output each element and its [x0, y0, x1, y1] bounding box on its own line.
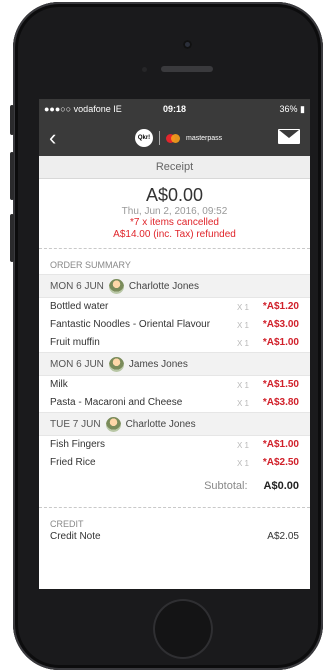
avatar: [108, 278, 124, 294]
order-date: TUE 7 JUN: [50, 418, 101, 430]
qkr-logo-icon: Qkr!: [135, 129, 153, 147]
credit-heading: CREDIT: [50, 519, 84, 529]
order-item-row: Fruit muffin X 1 *A$1.00: [39, 334, 310, 352]
volume-up-button: [10, 152, 14, 200]
status-bar: ●●●○○ vodafone IE 09:18 36% ▮: [39, 99, 310, 119]
item-price: *A$1.00: [262, 337, 299, 348]
order-summary-heading: ORDER SUMMARY: [50, 260, 131, 270]
item-quantity: X 1: [236, 381, 249, 390]
item-quantity: X 1: [236, 441, 249, 450]
app-screen: ●●●○○ vodafone IE 09:18 36% ▮ ‹ Qkr! mas…: [39, 99, 310, 589]
subtotal-row: Subtotal: A$0.00: [39, 472, 310, 500]
order-item-row: Fantastic Noodles - Oriental Flavour X 1…: [39, 316, 310, 334]
student-name: Charlotte Jones: [125, 418, 196, 430]
masterpass-label: masterpass: [186, 134, 223, 142]
item-name: Fantastic Noodles - Oriental Flavour: [50, 319, 211, 330]
item-price: *A$1.50: [262, 379, 299, 390]
navigation-bar: ‹ Qkr! masterpass: [39, 119, 310, 156]
item-quantity: X 1: [236, 303, 249, 312]
time-label: 09:18: [162, 104, 187, 114]
item-name: Fried Rice: [50, 457, 96, 468]
item-name: Bottled water: [50, 301, 109, 312]
brand-logo: Qkr! masterpass: [135, 129, 222, 147]
subtotal-value: A$0.00: [263, 480, 299, 492]
order-day-header: MON 6 JUN Charlotte Jones: [39, 274, 310, 298]
earpiece-speaker: [161, 66, 213, 72]
item-quantity: X 1: [236, 339, 249, 348]
item-quantity: X 1: [236, 321, 249, 330]
order-item-row: Milk X 1 *A$1.50: [39, 376, 310, 394]
item-price: *A$3.80: [262, 397, 299, 408]
cancelled-note: *7 x items cancelled: [130, 217, 219, 228]
home-button[interactable]: [153, 599, 213, 659]
student-name: James Jones: [128, 358, 188, 370]
order-day-header: MON 6 JUN James Jones: [39, 352, 310, 376]
item-price: *A$1.00: [262, 439, 299, 450]
battery-icon: ▮: [300, 103, 305, 114]
back-button[interactable]: ‹: [49, 125, 56, 151]
receipt-total: A$0.00: [145, 185, 204, 205]
credit-row: Credit Note A$2.05: [39, 531, 310, 542]
avatar: [108, 356, 124, 372]
credit-value: A$2.05: [267, 531, 299, 542]
receipt-date: Thu, Jun 2, 2016, 09:52: [121, 206, 228, 217]
mail-icon[interactable]: [278, 129, 300, 144]
order-item-row: Pasta - Macaroni and Cheese X 1 *A$3.80: [39, 394, 310, 412]
item-price: *A$3.00: [262, 319, 299, 330]
order-date: MON 6 JUN: [50, 358, 104, 370]
front-camera: [183, 40, 192, 49]
battery-indicator: 36% ▮: [186, 104, 305, 115]
sensor: [142, 67, 147, 72]
order-item-row: Bottled water X 1 *A$1.20: [39, 298, 310, 316]
item-name: Fish Fingers: [50, 439, 106, 450]
student-name: Charlotte Jones: [128, 280, 199, 292]
battery-percent: 36%: [279, 103, 298, 114]
refund-note: A$14.00 (inc. Tax) refunded: [113, 229, 236, 240]
mastercard-icon: [166, 133, 180, 143]
item-name: Fruit muffin: [50, 337, 100, 348]
item-name: Milk: [50, 379, 68, 390]
order-item-row: Fish Fingers X 1 *A$1.00: [39, 436, 310, 454]
carrier-label: ●●●○○ vodafone IE: [44, 104, 122, 114]
item-price: *A$2.50: [262, 457, 299, 468]
item-price: *A$1.20: [262, 301, 299, 312]
volume-down-button: [10, 214, 14, 262]
avatar: [105, 416, 121, 432]
receipt-summary: A$0.00 Thu, Jun 2, 2016, 09:52 *7 x item…: [39, 179, 310, 241]
item-quantity: X 1: [236, 459, 249, 468]
page-title: Receipt: [39, 156, 310, 179]
item-name: Pasta - Macaroni and Cheese: [50, 397, 183, 408]
item-quantity: X 1: [236, 399, 249, 408]
side-button: [10, 105, 14, 135]
order-date: MON 6 JUN: [50, 280, 104, 292]
credit-item: Credit Note: [50, 531, 101, 542]
order-item-row: Fried Rice X 1 *A$2.50: [39, 454, 310, 472]
order-day-header: TUE 7 JUN Charlotte Jones: [39, 412, 310, 436]
brand-divider: [159, 131, 160, 145]
subtotal-label: Subtotal:: [204, 480, 248, 492]
